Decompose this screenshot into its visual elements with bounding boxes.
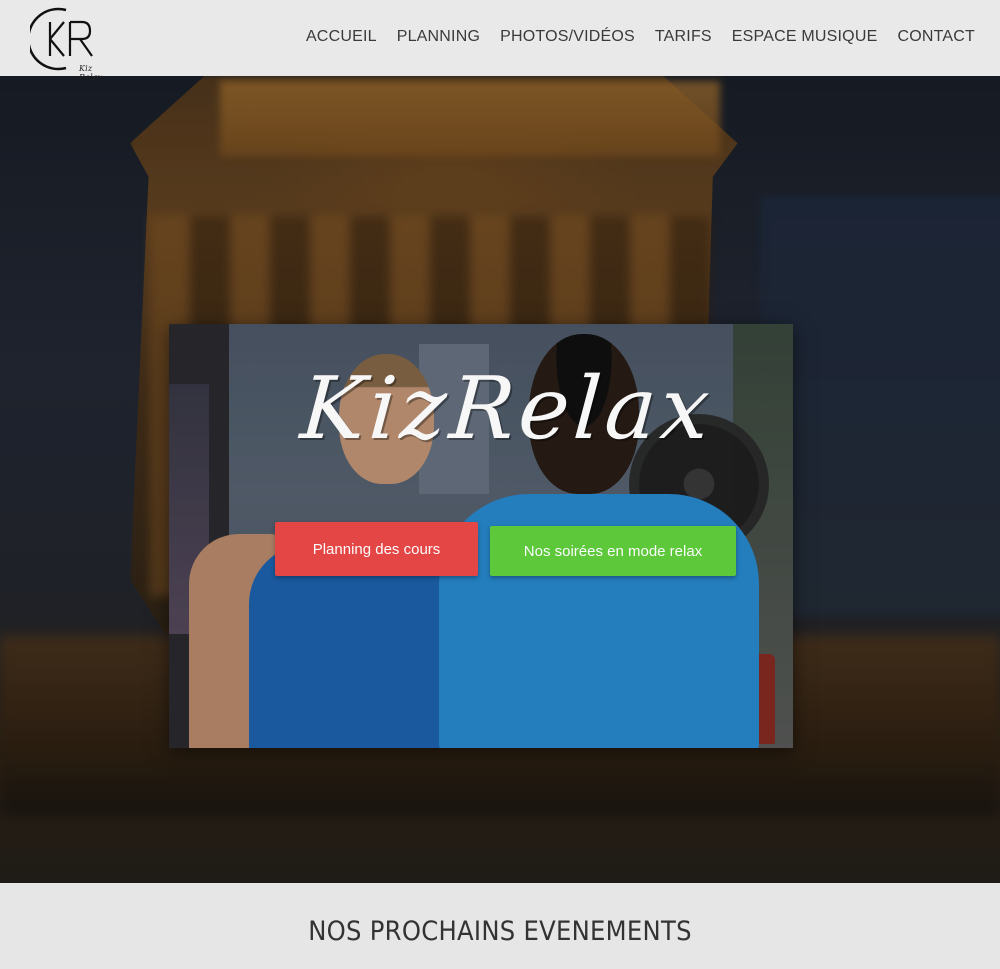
soirees-button[interactable]: Nos soirées en mode relax [490, 526, 736, 576]
nav-item-contact[interactable]: CONTACT [887, 28, 975, 46]
nav-item-photos-videos[interactable]: PHOTOS/VIDÉOS [490, 28, 645, 46]
nav-item-accueil[interactable]: ACCUEIL [296, 28, 387, 46]
site-logo[interactable]: Kiz Relax [27, 6, 102, 82]
events-section: NOS PROCHAINS EVENEMENTS [0, 883, 1000, 969]
nav-item-tarifs[interactable]: TARIFS [645, 28, 722, 46]
nav-item-planning[interactable]: PLANNING [387, 28, 490, 46]
nav-item-espace-musique[interactable]: ESPACE MUSIQUE [722, 28, 888, 46]
main-nav: ACCUEIL PLANNING PHOTOS/VIDÉOS TARIFS ES… [296, 28, 975, 46]
events-section-title: NOS PROCHAINS EVENEMENTS [308, 916, 692, 947]
planning-button[interactable]: Planning des cours [275, 522, 478, 576]
hero-section: KizRelax Planning des cours Nos soirées … [0, 76, 1000, 883]
site-header: Kiz Relax ACCUEIL PLANNING PHOTOS/VIDÉOS… [0, 0, 1000, 82]
hero-brand-title: KizRelax [297, 359, 717, 459]
logo-text: Kiz Relax [79, 64, 103, 82]
logo-mark-icon [27, 7, 93, 71]
